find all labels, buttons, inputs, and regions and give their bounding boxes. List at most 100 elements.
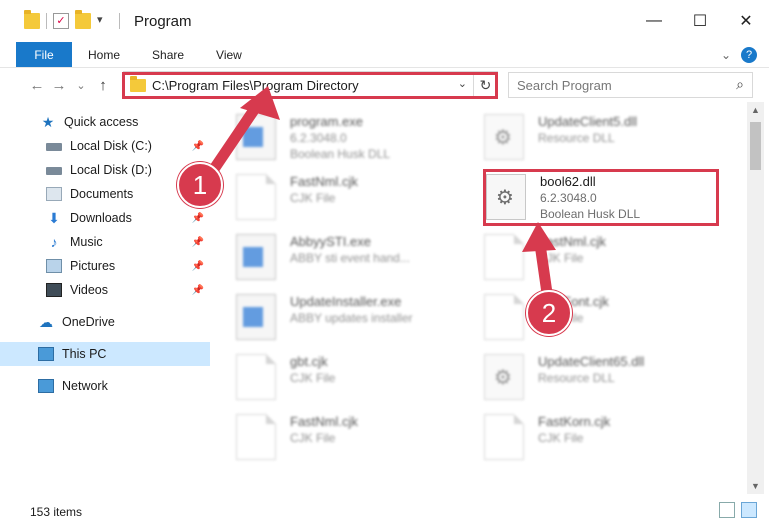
cloud-icon: ☁ [39,314,53,330]
gear-file-icon [484,114,524,160]
file-item[interactable]: FastNml.cjk CJK File [236,412,476,468]
sidebar-item-music[interactable]: ♪ Music 📌 [0,230,210,254]
up-button[interactable]: ↑ [92,77,114,94]
file-name: UpdateClient5.dll [538,114,638,129]
file-name: UpdateInstaller.exe [290,294,402,309]
vertical-scrollbar[interactable]: ▲ ▼ [747,102,764,494]
file-type: CJK File [290,191,336,205]
sidebar-item-label: Pictures [70,259,116,273]
status-bar: 153 items [0,494,769,530]
sidebar-item-label: Videos [70,283,108,297]
item-count: 153 items [30,505,83,519]
file-item[interactable]: UpdateClient65.dll Resource DLL [484,352,724,408]
large-icons-view-icon[interactable] [741,502,757,518]
file-name: FastNml.cjk [538,234,606,249]
back-button[interactable]: ← [26,77,48,94]
pin-icon[interactable]: 📌 [192,213,204,224]
close-button[interactable]: ✕ [723,0,769,42]
maximize-button[interactable]: ☐ [677,0,723,42]
file-description: Boolean Husk DLL [540,207,641,221]
file-name: program.exe [290,114,363,129]
address-dropdown-icon[interactable]: ⌄ [458,77,467,90]
sidebar-item-label: Documents [70,187,134,201]
pin-icon[interactable]: 📌 [192,261,204,272]
file-type: CJK File [290,431,336,445]
documents-icon [46,187,62,201]
search-placeholder: Search Program [517,77,612,93]
tab-view[interactable]: View [200,42,258,67]
scroll-down-icon[interactable]: ▼ [747,478,764,494]
file-item[interactable]: gbt.cjk CJK File [236,352,476,408]
document-icon [236,174,276,220]
file-item[interactable]: program.exe 6.2.3048.0 Boolean Husk DLL [236,112,476,168]
file-version: 6.2.3048.0 [290,131,347,145]
file-item[interactable]: FastFont.cjkCJK File [484,292,724,348]
file-name: AbbyySTI.exe [290,234,371,249]
tab-share[interactable]: Share [136,42,200,67]
folder-icon [130,75,146,92]
pin-icon[interactable]: 📌 [192,285,204,296]
file-item[interactable]: FastNml.cjk CJK File [484,232,724,288]
gear-file-icon [484,354,524,400]
file-list: program.exe 6.2.3048.0 Boolean Husk DLL Up… [210,102,747,494]
sidebar-item-onedrive[interactable]: ☁ OneDrive [0,310,210,334]
sidebar-item-quick-access[interactable]: ★ Quick access [0,110,210,134]
sidebar-item-videos[interactable]: Videos 📌 [0,278,210,302]
file-name: FastNml.cjk [290,414,358,429]
file-type: ABBY sti event hand... [290,251,410,265]
sidebar-item-this-pc[interactable]: This PC [0,342,210,366]
tab-home[interactable]: Home [72,42,136,67]
search-input[interactable]: Search Program ⌕ [508,72,753,98]
file-name: FastKorn.cjk [538,414,611,429]
address-bar[interactable]: C:\Program Files\Program Directory ⌄ ↻ [123,71,498,99]
disk-icon [46,143,62,151]
music-icon: ♪ [50,234,58,250]
address-path[interactable]: C:\Program Files\Program Directory [152,78,359,93]
file-type: Resource DLL [538,371,615,385]
star-icon: ★ [41,114,55,130]
download-icon: ⬇ [48,210,60,226]
document-icon [484,234,524,280]
callout-2: 2 [526,290,572,336]
sidebar-item-local-disk-c[interactable]: Local Disk (C:) 📌 [0,134,210,158]
sidebar-item-downloads[interactable]: ⬇ Downloads 📌 [0,206,210,230]
pin-icon[interactable]: 📌 [192,141,204,152]
scrollbar-thumb[interactable] [750,122,761,170]
recent-locations-button[interactable]: ⌄ [70,79,92,92]
help-icon[interactable]: ? [741,46,757,63]
sidebar-item-label: This PC [62,347,107,361]
app-icon [236,294,276,340]
file-item[interactable]: UpdateInstaller.exe ABBY updates installe… [236,292,476,348]
quick-access-toolbar: ✓ ▾ Program [0,0,192,42]
file-item[interactable]: FastNml.cjk CJK File [236,172,476,228]
file-name: gbt.cjk [290,354,328,369]
details-view-icon[interactable] [719,502,735,518]
new-folder-icon[interactable] [75,10,91,29]
customize-toolbar-icon[interactable]: ▾ [97,13,113,29]
refresh-button[interactable]: ↻ [473,72,497,98]
scroll-up-icon[interactable]: ▲ [747,102,764,118]
forward-button[interactable]: → [48,77,70,94]
callout-1: 1 [177,162,223,208]
window-title: Program [134,12,192,30]
sidebar-item-pictures[interactable]: Pictures 📌 [0,254,210,278]
properties-icon[interactable]: ✓ [53,13,69,29]
app-icon [236,234,276,280]
file-item-bool62-dll[interactable]: bool62.dll 6.2.3048.0 Boolean Husk DLL [486,172,726,228]
sidebar-item-label: Network [62,379,108,393]
file-description: Boolean Husk DLL [290,147,391,161]
disk-icon [46,167,62,175]
expand-ribbon-icon[interactable]: ⌄ [721,48,731,62]
pin-icon[interactable]: 📌 [192,237,204,248]
file-item[interactable]: FastKorn.cjk CJK File [484,412,724,468]
file-item[interactable]: UpdateClient5.dll Resource DLL [484,112,724,168]
minimize-button[interactable]: — [631,0,677,42]
tab-file[interactable]: File [16,42,72,67]
file-item[interactable]: AbbyySTI.exe ABBY sti event hand... [236,232,476,288]
document-icon [236,414,276,460]
separator [119,13,120,29]
document-icon [484,294,524,340]
file-name: bool62.dll [540,174,596,189]
sidebar-item-label: OneDrive [62,315,115,329]
sidebar-item-network[interactable]: Network [0,374,210,398]
